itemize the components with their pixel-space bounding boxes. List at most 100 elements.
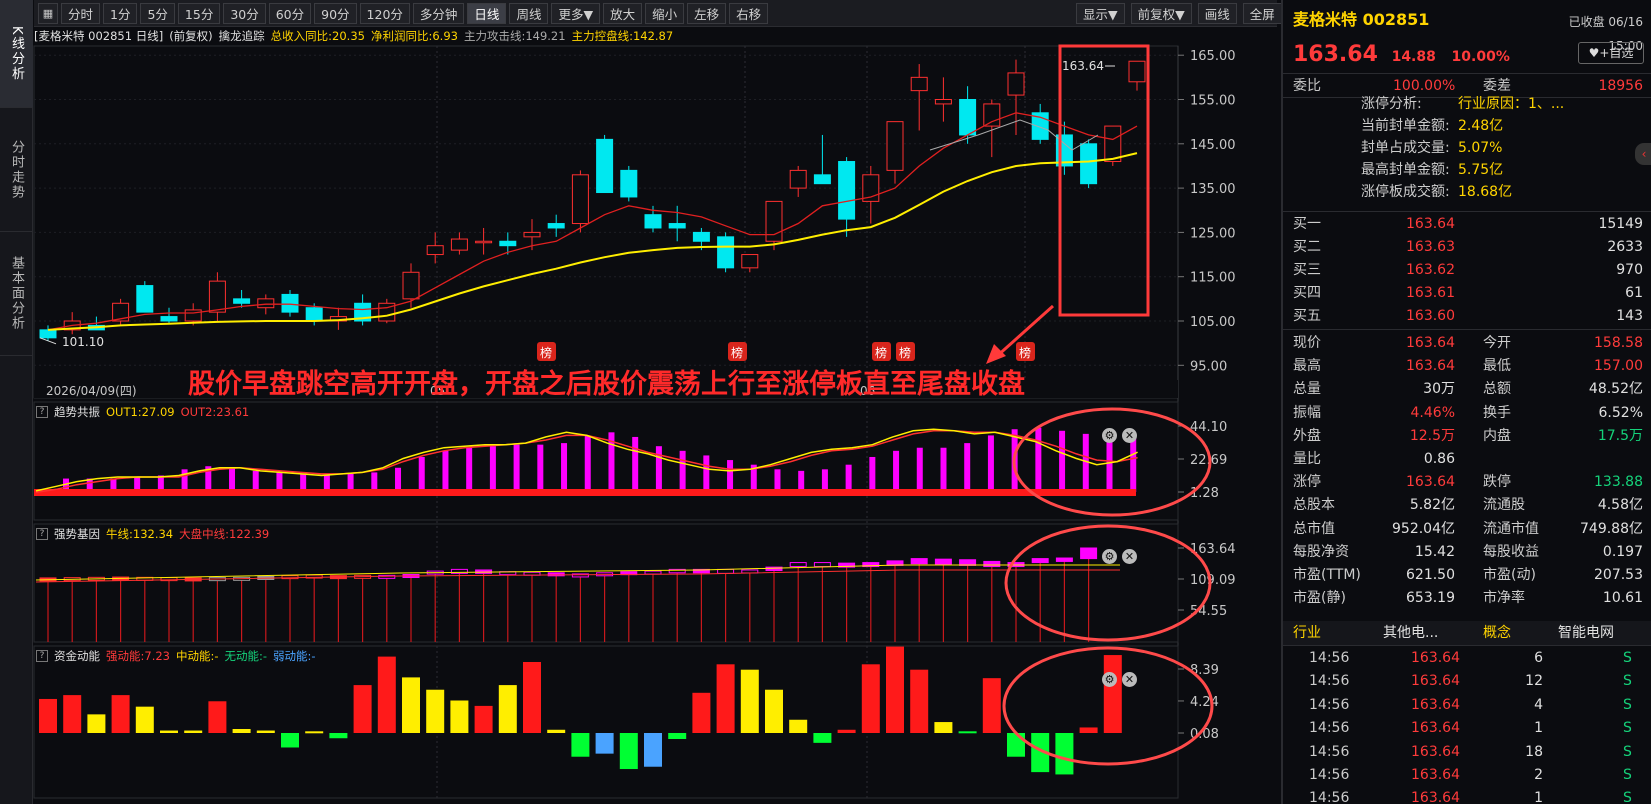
tick-price: 163.64 — [1411, 767, 1460, 783]
tick-time: 14:56 — [1309, 696, 1350, 713]
stat-label: 总市值 — [1293, 520, 1335, 537]
tick-direction: S — [1623, 673, 1632, 690]
bang-label: 榜 — [1019, 345, 1031, 360]
p3-bar — [1007, 733, 1025, 757]
bid-row[interactable]: 买一 163.64 15149 — [1283, 212, 1651, 236]
stat-row: 每股净资 15.42 每股收益 0.197 — [1283, 540, 1651, 564]
settings-icon[interactable]: ⚙ — [1102, 428, 1117, 443]
settings-icon[interactable]: ⚙ — [1102, 549, 1117, 564]
p1-bar — [821, 469, 828, 492]
p2-tick-label: 109.09 — [1190, 573, 1236, 588]
candle-body — [692, 231, 710, 242]
candle-body — [547, 223, 565, 229]
close-icon[interactable]: ✕ — [1122, 549, 1137, 564]
bid-row[interactable]: 买二 163.63 2633 — [1283, 235, 1651, 259]
tick-row: 14:56 163.64 1 S — [1283, 716, 1651, 740]
candle-body — [208, 280, 226, 313]
candle-body — [765, 200, 783, 242]
p3-bar — [256, 730, 275, 733]
p2-body — [644, 570, 662, 575]
help-icon[interactable]: ? — [36, 528, 48, 540]
bid-row[interactable]: 买四 163.61 61 — [1283, 281, 1651, 305]
p1-bar — [561, 443, 568, 492]
industry-value[interactable]: 其他电... — [1383, 621, 1438, 645]
close-icon[interactable]: ✕ — [1122, 672, 1137, 687]
p3-bar — [208, 701, 227, 733]
settings-icon[interactable]: ⚙ — [1102, 672, 1117, 687]
panel3-medium: 中动能:- — [175, 649, 219, 663]
limit-row-label: 涨停板成交额: — [1361, 184, 1450, 200]
p1-bar — [229, 467, 236, 492]
p1-bar — [537, 444, 544, 492]
price-tick-label: 125.00 — [1190, 226, 1236, 241]
p1-bar — [489, 446, 496, 492]
stat-row: 总市值 952.04亿 流通市值 749.88亿 — [1283, 517, 1651, 541]
help-icon[interactable]: ? — [36, 650, 48, 662]
stat-row: 最高 163.64 最低 157.00 — [1283, 354, 1651, 378]
stat-label: 现价 — [1293, 335, 1321, 351]
panel3-header: ? 资金动能 强动能:7.23 中动能:- 无动能:- 弱动能:- — [34, 647, 316, 665]
p1-bar — [964, 443, 971, 492]
limit-row-value: 行业原因：1、... — [1458, 96, 1565, 112]
candle-body — [1128, 60, 1146, 83]
stat-row: 外盘 12.5万 内盘 17.5万 — [1283, 424, 1651, 448]
stat-label: 今开 — [1483, 335, 1511, 351]
p3-bar — [886, 646, 904, 733]
p3-tick-label: 8.39 — [1190, 663, 1219, 678]
tick-volume: 12 — [1525, 673, 1543, 690]
p1-bar — [181, 469, 188, 492]
p3-bar — [910, 669, 929, 733]
collapse-icon[interactable]: ‹ — [1635, 143, 1651, 165]
price-tick-label: 95.00 — [1190, 359, 1227, 374]
bang-label: 榜 — [899, 345, 911, 360]
quote-price: 163.64 14.88 10.00% — [1293, 40, 1510, 67]
p3-bar — [1055, 733, 1074, 775]
tick-volume: 1 — [1534, 790, 1543, 804]
p3-bar — [87, 714, 106, 733]
stat-label: 市净率 — [1483, 590, 1525, 607]
panel3-strong: 强动能:7.23 — [106, 649, 170, 663]
candle-body — [644, 214, 662, 229]
highlight-circle — [1004, 524, 1212, 642]
stat-label: 涨停 — [1293, 474, 1321, 491]
p3-bar — [135, 706, 154, 733]
tick-time: 14:56 — [1309, 790, 1350, 804]
tick-price: 163.64 — [1411, 650, 1460, 666]
candle-body — [838, 161, 856, 220]
bid-row[interactable]: 买五 163.60 143 — [1283, 304, 1651, 328]
kline-chart[interactable]: 165.00 155.00 145.00 135.00 125.00 115.00 105.… — [0, 0, 1281, 804]
stat-value: 158.58 — [1594, 335, 1643, 351]
panel3-weak: 弱动能:- — [273, 649, 316, 663]
stat-value: 952.04亿 — [1392, 520, 1455, 537]
p3-bar — [498, 685, 517, 733]
help-icon[interactable]: ? — [36, 406, 48, 418]
high-price-label: 163.64 — [1062, 59, 1104, 73]
limit-row-label: 当前封单金额: — [1361, 118, 1450, 134]
bid-row[interactable]: 买三 163.62 970 — [1283, 258, 1651, 282]
panel2-header: ? 强势基因 牛线:132.34 大盘中线:122.39 — [34, 525, 269, 543]
tick-price: 163.64 — [1411, 720, 1460, 737]
bid-label: 买一 — [1293, 216, 1321, 232]
p3-bar — [232, 728, 251, 733]
panel1-out1: OUT1:27.09 — [106, 405, 175, 419]
p3-bar — [644, 733, 662, 767]
limit-row: 当前封单金额: 2.48亿 — [1283, 114, 1651, 138]
candle-body — [596, 138, 614, 194]
bid-price: 163.61 — [1406, 285, 1455, 301]
panel3-none: 无动能:- — [224, 649, 268, 663]
panel1-controls: ⚙ ✕ — [1102, 428, 1137, 443]
bid-volume: 143 — [1616, 308, 1643, 324]
bang-label: 榜 — [875, 345, 887, 360]
candle-body — [813, 174, 831, 185]
stat-value: 4.46% — [1410, 404, 1455, 421]
limit-row: 封单占成交量: 5.07% — [1283, 136, 1651, 160]
concept-value[interactable]: 智能电网 — [1558, 621, 1614, 645]
p1-bar — [774, 469, 781, 492]
stat-row: 振幅 4.46% 换手 6.52% — [1283, 401, 1651, 425]
add-favorite-button[interactable]: ♥+自选 — [1578, 42, 1644, 64]
stat-row: 总股本 5.82亿 流通股 4.58亿 — [1283, 493, 1651, 517]
p3-bar — [716, 664, 735, 733]
industry-row: 行业 其他电... 概念 智能电网 — [1283, 621, 1651, 645]
p1-bar — [442, 450, 449, 492]
close-icon[interactable]: ✕ — [1122, 428, 1137, 443]
